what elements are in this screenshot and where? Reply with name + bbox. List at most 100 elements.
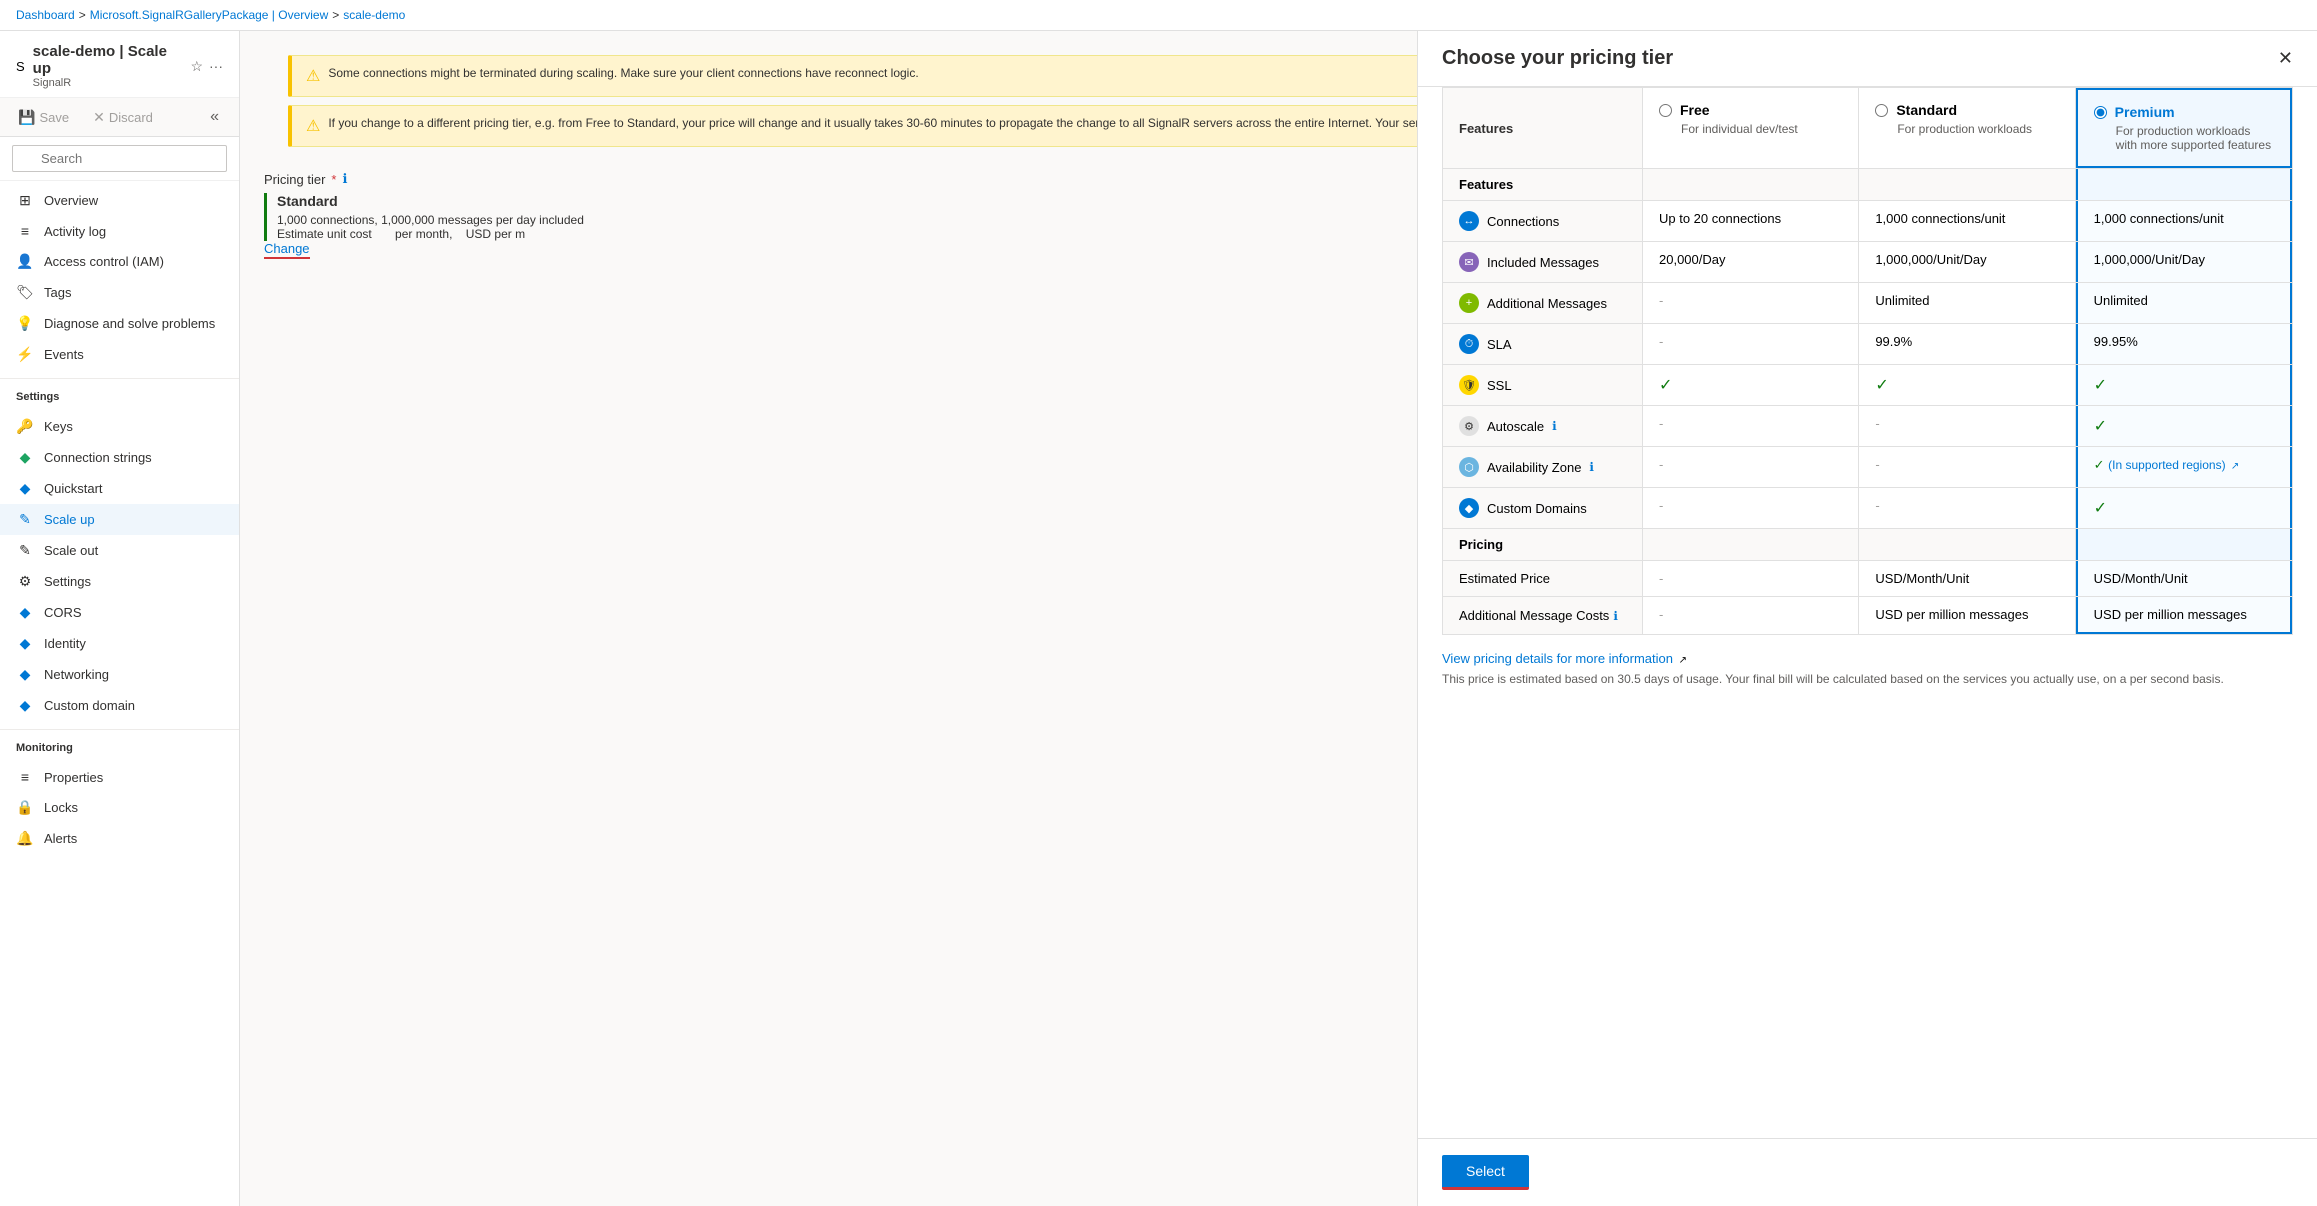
tier-standard-radio-label[interactable]: Standard <box>1875 102 2058 118</box>
pricing-note: This price is estimated based on 30.5 da… <box>1442 672 2293 686</box>
sidebar-item-activity-log[interactable]: ≡ Activity log <box>0 216 239 246</box>
breadcrumb-scale-demo[interactable]: scale-demo <box>343 8 405 22</box>
save-icon: 💾 <box>18 109 35 126</box>
favorite-icon[interactable]: ☆ <box>190 58 203 75</box>
settings-icon: ⚙ <box>16 573 34 590</box>
select-button[interactable]: Select <box>1442 1155 1529 1190</box>
pricing-panel: Choose your pricing tier ✕ Features Free <box>1417 31 2317 1206</box>
more-options-icon[interactable]: ··· <box>209 58 223 75</box>
panel-close-button[interactable]: ✕ <box>2278 48 2293 69</box>
feature-additional-messages-premium: Unlimited <box>2076 283 2292 323</box>
feature-autoscale-premium: ✓ <box>2076 406 2292 446</box>
settings-section-title: Settings <box>0 383 239 407</box>
main-content: ⚠ Some connections might be terminated d… <box>240 31 2317 1206</box>
quickstart-icon: ◆ <box>16 480 34 497</box>
availability-zone-link[interactable]: (In supported regions) ↗ <box>2108 458 2239 472</box>
save-button[interactable]: 💾 Save <box>12 104 75 130</box>
tier-premium-radio-label[interactable]: Premium <box>2094 104 2274 120</box>
change-link[interactable]: Change <box>264 241 310 259</box>
tier-standard-desc: For production workloads <box>1875 122 2058 136</box>
sidebar-item-identity[interactable]: ◆ Identity <box>0 628 239 659</box>
feature-custom-domains-free: - <box>1643 488 1859 528</box>
sidebar-item-tags[interactable]: 🏷 Tags <box>0 277 239 308</box>
custom-domain-icon: ◆ <box>16 697 34 714</box>
feature-messages-free: 20,000/Day <box>1643 242 1859 282</box>
sidebar-item-access-control[interactable]: 👤 Access control (IAM) <box>0 246 239 277</box>
feature-connections-free: Up to 20 connections <box>1643 201 1859 241</box>
search-input[interactable] <box>12 145 227 172</box>
sidebar-item-keys[interactable]: 🔑 Keys <box>0 411 239 442</box>
feature-connections-label: ↔ Connections <box>1443 201 1643 241</box>
sidebar-item-quickstart[interactable]: ◆ Quickstart <box>0 473 239 504</box>
feature-row-autoscale: ⚙ Autoscale ℹ - - ✓ <box>1442 406 2293 447</box>
sidebar-item-connection-strings[interactable]: ◆ Connection strings <box>0 442 239 473</box>
sla-icon: ⏱ <box>1459 334 1479 354</box>
breadcrumb-package[interactable]: Microsoft.SignalRGalleryPackage | Overvi… <box>90 8 329 22</box>
feature-additional-messages-standard: Unlimited <box>1859 283 2075 323</box>
warning-icon-1: ⚠ <box>306 66 320 86</box>
alerts-icon: 🔔 <box>16 830 34 847</box>
keys-icon: 🔑 <box>16 418 34 435</box>
discard-icon: ✕ <box>93 109 105 126</box>
sidebar-item-events[interactable]: ⚡ Events <box>0 339 239 370</box>
estimated-price-premium: USD/Month/Unit <box>2076 561 2292 596</box>
feature-row-custom-domains: ◆ Custom Domains - - ✓ <box>1442 488 2293 529</box>
feature-availability-zone-free: - <box>1643 447 1859 487</box>
sidebar-item-properties[interactable]: ≡ Properties <box>0 762 239 792</box>
sidebar-item-scale-up[interactable]: ✎ Scale up <box>0 504 239 535</box>
autoscale-info-icon: ℹ <box>1552 419 1557 433</box>
feature-ssl-standard: ✓ <box>1859 365 2075 405</box>
tier-free-radio-label[interactable]: Free <box>1659 102 1842 118</box>
discard-button[interactable]: ✕ Discard <box>87 104 159 130</box>
events-icon: ⚡ <box>16 346 34 363</box>
feature-custom-domains-label: ◆ Custom Domains <box>1443 488 1643 528</box>
monitoring-section-title: Monitoring <box>0 734 239 758</box>
sidebar-item-locks[interactable]: 🔒 Locks <box>0 792 239 823</box>
view-pricing-link-container: View pricing details for more informatio… <box>1442 651 2293 666</box>
additional-message-costs-premium: USD per million messages <box>2076 597 2292 634</box>
view-pricing-link[interactable]: View pricing details for more informatio… <box>1442 651 1673 666</box>
feature-custom-domains-standard: - <box>1859 488 2075 528</box>
feature-autoscale-standard: - <box>1859 406 2075 446</box>
breadcrumb-dashboard[interactable]: Dashboard <box>16 8 75 22</box>
sidebar-item-settings[interactable]: ⚙ Settings <box>0 566 239 597</box>
toolbar: 💾 Save ✕ Discard « <box>0 98 239 137</box>
feature-sla-free: - <box>1643 324 1859 364</box>
estimated-price-free: - <box>1643 561 1859 596</box>
custom-domains-icon: ◆ <box>1459 498 1479 518</box>
breadcrumb: Dashboard > Microsoft.SignalRGalleryPack… <box>0 0 2317 31</box>
external-link-icon: ↗ <box>2231 461 2239 472</box>
sidebar-item-custom-domain[interactable]: ◆ Custom domain <box>0 690 239 721</box>
tier-standard-header: Standard For production workloads <box>1859 88 2075 168</box>
sidebar-item-diagnose[interactable]: 💡 Diagnose and solve problems <box>0 308 239 339</box>
tier-standard-radio[interactable] <box>1875 104 1888 117</box>
feature-additional-messages-label: + Additional Messages <box>1443 283 1643 323</box>
connection-strings-icon: ◆ <box>16 449 34 466</box>
additional-message-costs-label: Additional Message Costs ℹ <box>1443 597 1643 634</box>
nav-main: ⊞ Overview ≡ Activity log 👤 Access contr… <box>0 181 239 374</box>
sidebar-item-cors[interactable]: ◆ CORS <box>0 597 239 628</box>
nav-settings: 🔑 Keys ◆ Connection strings ◆ Quickstart… <box>0 407 239 725</box>
sidebar-item-overview[interactable]: ⊞ Overview <box>0 185 239 216</box>
feature-messages-premium: 1,000,000/Unit/Day <box>2076 242 2292 282</box>
feature-row-additional-messages: + Additional Messages - Unlimited Unlimi… <box>1442 283 2293 324</box>
tier-free-radio[interactable] <box>1659 104 1672 117</box>
sidebar-item-networking[interactable]: ◆ Networking <box>0 659 239 690</box>
additional-message-costs-free: - <box>1643 597 1859 634</box>
pricing-link-external-icon: ↗ <box>1679 655 1687 666</box>
networking-icon: ◆ <box>16 666 34 683</box>
feature-row-connections: ↔ Connections Up to 20 connections 1,000… <box>1442 201 2293 242</box>
activity-log-icon: ≡ <box>16 223 34 239</box>
scale-out-icon: ✎ <box>16 542 34 559</box>
tier-premium-radio[interactable] <box>2094 106 2107 119</box>
pricing-row-estimated-price: Estimated Price - USD/Month/Unit USD/Mon… <box>1442 561 2293 597</box>
features-label: Features <box>1443 169 1643 200</box>
sidebar-item-scale-out[interactable]: ✎ Scale out <box>0 535 239 566</box>
collapse-sidebar-button[interactable]: « <box>202 104 227 130</box>
cors-icon: ◆ <box>16 604 34 621</box>
feature-sla-label: ⏱ SLA <box>1443 324 1643 364</box>
info-icon: ℹ <box>342 171 347 187</box>
warning-icon-2: ⚠ <box>306 116 320 136</box>
sidebar-item-alerts[interactable]: 🔔 Alerts <box>0 823 239 854</box>
tier-free-desc: For individual dev/test <box>1659 122 1842 136</box>
